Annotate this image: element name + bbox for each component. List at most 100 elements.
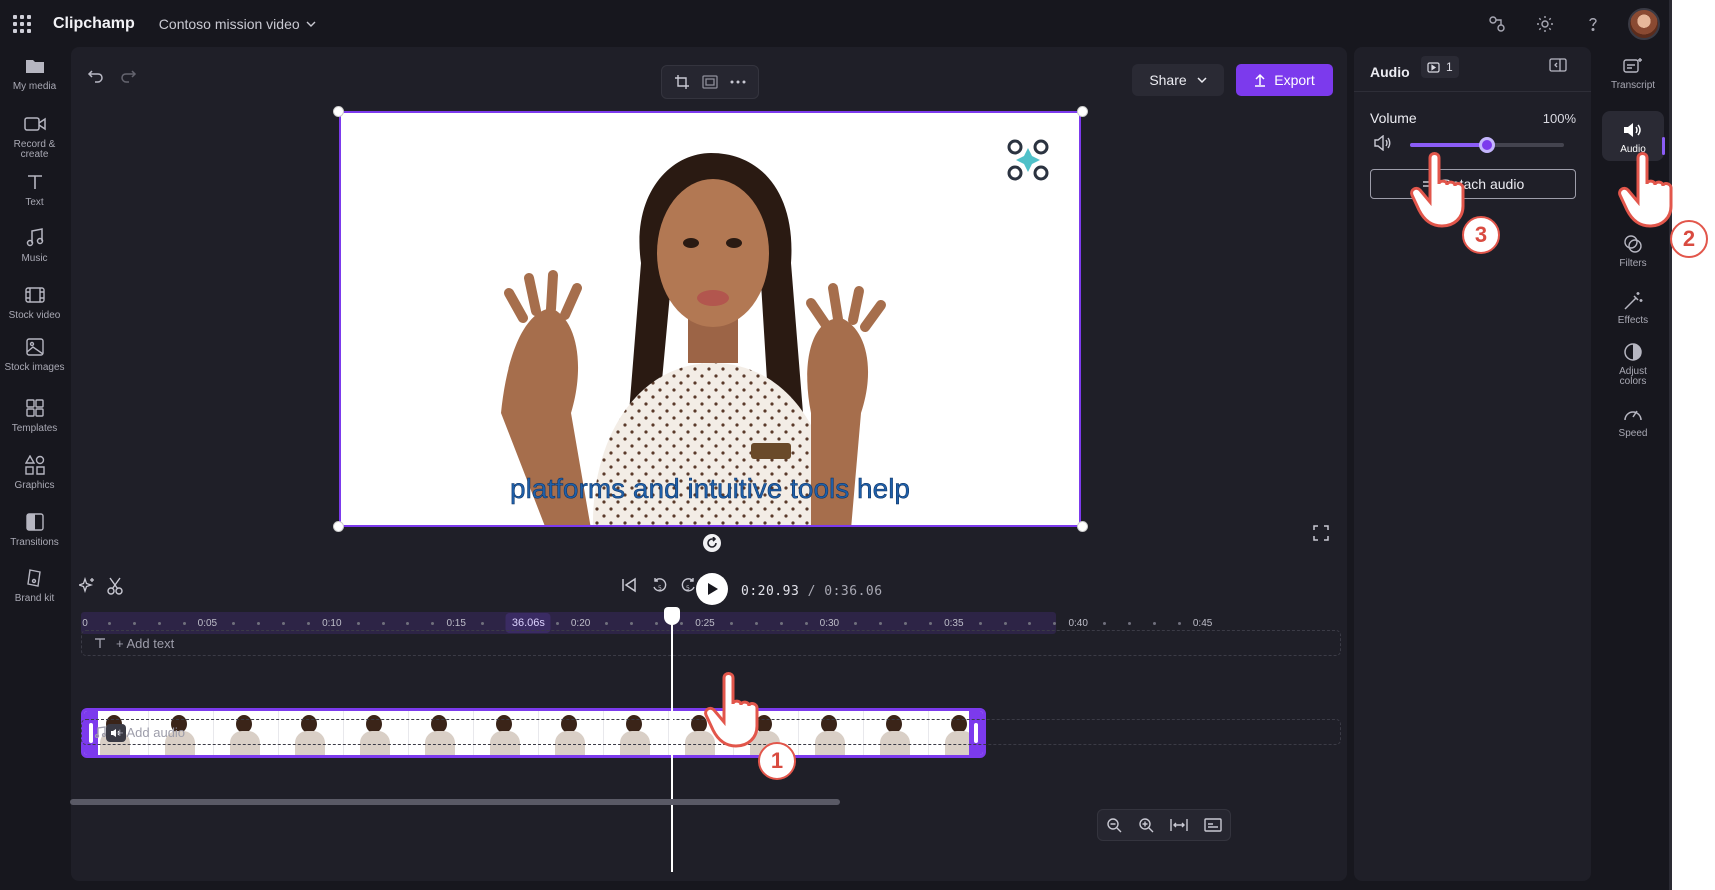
sidebar-item-my-media[interactable]: My media — [0, 53, 69, 92]
captions-view-icon[interactable] — [1204, 818, 1222, 832]
crop-icon[interactable] — [674, 74, 690, 90]
undo-icon[interactable] — [87, 67, 105, 90]
sidebar-label: Graphics — [14, 480, 55, 491]
playhead-line — [671, 618, 673, 872]
sidebar-item-templates[interactable]: Templates — [0, 395, 69, 434]
fullscreen-icon[interactable] — [1313, 525, 1329, 546]
left-sidebar: My media Record & create Text Music Stoc… — [0, 47, 69, 890]
export-label: Export — [1274, 72, 1315, 88]
chevron-down-icon — [1197, 77, 1207, 84]
sidebar-label: Templates — [11, 423, 58, 434]
volume-slider-thumb[interactable] — [1479, 137, 1495, 153]
collapse-panel-icon[interactable] — [1549, 57, 1567, 78]
resize-handle-bottom-right[interactable] — [1077, 521, 1088, 532]
volume-value: 100% — [1542, 111, 1576, 126]
music-icon — [22, 225, 48, 251]
forward-5-icon[interactable]: 5 — [679, 577, 697, 600]
zoom-out-icon[interactable] — [1106, 817, 1122, 833]
sidebar-label: Transitions — [10, 537, 59, 548]
sidebar-item-graphics[interactable]: Graphics — [0, 452, 69, 491]
svg-text:5: 5 — [658, 585, 662, 592]
project-title-dropdown[interactable]: Contoso mission video — [159, 16, 316, 32]
playhead-handle[interactable] — [664, 607, 680, 625]
magic-enhance-icon[interactable] — [76, 576, 95, 598]
add-text-label: + Add text — [116, 635, 175, 651]
settings-gear-icon[interactable] — [1532, 11, 1558, 37]
ruler-tick-label: 0:05 — [197, 618, 218, 629]
sidebar-item-music[interactable]: Music — [0, 225, 69, 264]
sidebar-item-effects[interactable]: Effects — [1602, 288, 1664, 326]
sidebar-label: Transcript — [1610, 80, 1656, 91]
fit-timeline-icon[interactable] — [1170, 818, 1188, 832]
fit-frame-icon[interactable] — [702, 75, 718, 89]
help-icon[interactable] — [1580, 11, 1606, 37]
skip-to-start-icon[interactable] — [621, 577, 637, 598]
ruler-minor-tick — [978, 622, 982, 625]
panel-divider — [1354, 91, 1591, 92]
camera-icon — [22, 111, 48, 137]
ruler-minor-tick — [1127, 622, 1131, 625]
sidebar-item-speed[interactable]: Speed — [1602, 401, 1664, 439]
export-button[interactable]: Export — [1236, 64, 1333, 96]
ruler-minor-tick — [182, 622, 186, 625]
ruler-tick-label: 0:10 — [322, 618, 342, 629]
volume-slider[interactable] — [1410, 137, 1564, 153]
split-scissors-icon[interactable] — [107, 577, 123, 600]
share-network-icon[interactable] — [1484, 11, 1510, 37]
ruler-minor-tick — [754, 622, 758, 625]
sidebar-label: Brand kit — [14, 593, 55, 604]
rotate-icon[interactable] — [703, 534, 721, 552]
shapes-icon — [22, 452, 48, 478]
sidebar-item-record-create[interactable]: Record & create — [0, 111, 69, 160]
video-caption: platforms and intuitive tools help — [510, 473, 911, 505]
resize-handle-top-left[interactable] — [333, 106, 344, 117]
app-launcher-icon[interactable] — [11, 13, 33, 35]
sidebar-item-stock-video[interactable]: Stock video — [0, 282, 69, 321]
svg-text:5: 5 — [686, 585, 690, 592]
sidebar-item-transcript[interactable]: Transcript — [1602, 53, 1664, 91]
rewind-5-icon[interactable]: 5 — [651, 577, 669, 600]
redo-icon[interactable] — [119, 67, 137, 90]
volume-slider-fill — [1410, 143, 1487, 147]
sidebar-item-stock-images[interactable]: Stock images — [0, 334, 69, 373]
ruler-minor-tick — [1177, 622, 1181, 625]
resize-handle-top-right[interactable] — [1077, 106, 1088, 117]
ruler-minor-tick — [1003, 622, 1007, 625]
image-icon — [22, 334, 48, 360]
sidebar-item-transitions[interactable]: Transitions — [0, 509, 69, 548]
chevron-down-icon — [306, 21, 316, 27]
sidebar-label: Filters — [1619, 258, 1647, 269]
text-track[interactable]: + Add text — [81, 630, 1341, 656]
sidebar-item-text[interactable]: Text — [0, 169, 69, 208]
user-avatar[interactable] — [1628, 8, 1660, 40]
sidebar-label: Stock video — [8, 310, 61, 321]
transcript-icon — [1620, 53, 1646, 79]
sidebar-label: Speed — [1618, 428, 1648, 439]
video-preview[interactable]: platforms and intuitive tools help — [339, 111, 1081, 527]
templates-icon — [22, 395, 48, 421]
clipchamp-app: Clipchamp Contoso mission video My media — [0, 0, 1672, 890]
more-options-icon[interactable] — [730, 80, 746, 84]
ruler-tick-label: 0:35 — [944, 618, 964, 629]
ruler-minor-tick — [356, 622, 360, 625]
ruler-minor-tick — [1103, 622, 1107, 625]
ruler-tick-label: 0:25 — [695, 618, 715, 629]
hand-pointer-icon — [1410, 152, 1465, 228]
sidebar-item-adjust-colors[interactable]: Adjust colors — [1602, 339, 1664, 387]
play-icon — [708, 583, 718, 595]
timeline-scrollbar[interactable] — [70, 799, 840, 805]
ruler-minor-tick — [804, 622, 808, 625]
play-button[interactable] — [696, 573, 728, 605]
ruler-minor-tick — [729, 622, 733, 625]
share-button[interactable]: Share — [1132, 64, 1224, 96]
ruler-tick-label: 0:15 — [446, 618, 466, 629]
zoom-in-icon[interactable] — [1138, 817, 1154, 833]
brand-name: Clipchamp — [53, 14, 135, 32]
video-tools-toolbar — [661, 65, 759, 99]
resize-handle-bottom-left[interactable] — [333, 521, 344, 532]
sidebar-item-brand-kit[interactable]: Brand kit — [0, 565, 69, 604]
ruler-minor-tick — [381, 622, 385, 625]
sidebar-item-filters[interactable]: Filters — [1602, 231, 1664, 269]
ruler-minor-tick — [1152, 622, 1156, 625]
speaker-icon[interactable] — [1374, 134, 1392, 156]
